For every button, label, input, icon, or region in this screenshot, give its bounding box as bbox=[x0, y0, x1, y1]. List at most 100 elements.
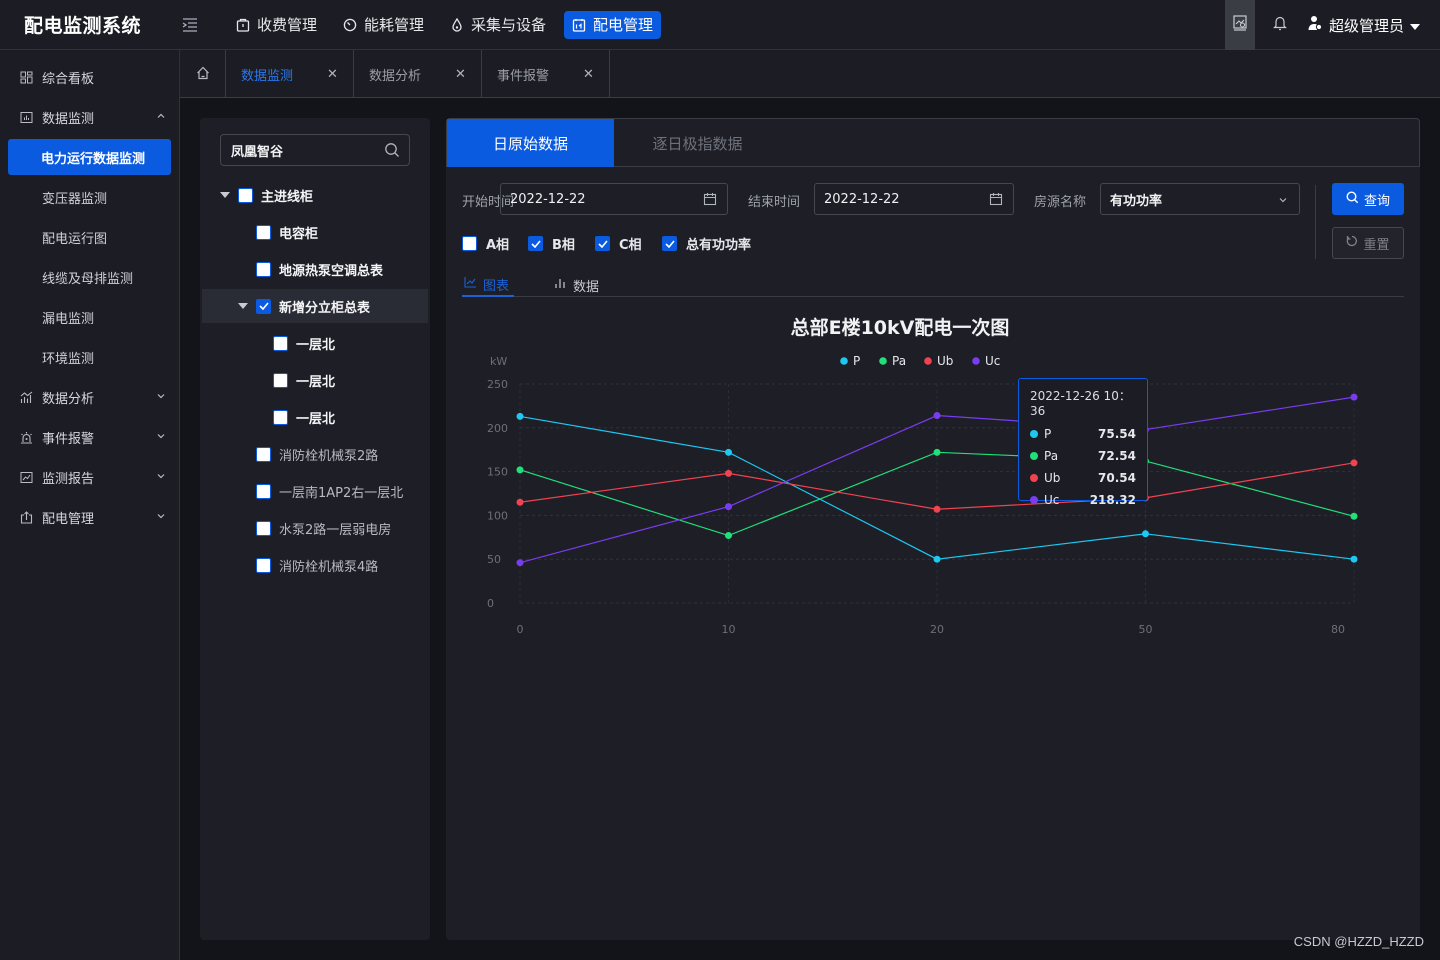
sidebar-sub-cable-busbar[interactable]: 线缆及母排监测 bbox=[0, 257, 179, 297]
tree-search-input[interactable] bbox=[231, 142, 381, 158]
start-date-input[interactable]: 2022-12-22 bbox=[500, 183, 728, 215]
phase-label: 总有功功率 bbox=[686, 238, 752, 253]
tree-node[interactable]: 一层北 bbox=[202, 326, 428, 360]
topnav-label: 配电管理 bbox=[593, 16, 654, 34]
sidebar-sub-transformer[interactable]: 变压器监测 bbox=[0, 177, 179, 217]
caret-down-icon[interactable] bbox=[220, 190, 230, 200]
checkbox[interactable] bbox=[273, 335, 288, 351]
topnav-distribution[interactable]: 配电管理 bbox=[564, 10, 662, 39]
query-button[interactable]: 查询 bbox=[1332, 183, 1404, 215]
sidebar-sub-leakage[interactable]: 漏电监测 bbox=[0, 297, 179, 337]
checkbox[interactable] bbox=[256, 446, 271, 462]
close-icon[interactable]: ✕ bbox=[327, 67, 338, 82]
data-point bbox=[933, 505, 941, 513]
data-point bbox=[1350, 512, 1358, 520]
checkbox-checked[interactable] bbox=[256, 298, 271, 314]
line-chart-icon bbox=[464, 276, 477, 292]
sidebar-item-alarms[interactable]: 事件报警 bbox=[0, 417, 179, 457]
sidebar-sub-distribution-diagram[interactable]: 配电运行图 bbox=[0, 217, 179, 257]
checkbox[interactable] bbox=[238, 187, 253, 203]
notifications-button[interactable] bbox=[1265, 0, 1295, 50]
tree-node[interactable]: 消防栓机械泵2路 bbox=[202, 437, 428, 471]
bell-icon bbox=[1273, 15, 1287, 35]
close-icon[interactable]: ✕ bbox=[583, 67, 594, 82]
monitor-search-icon bbox=[1233, 15, 1247, 35]
sidebar-sub-environment[interactable]: 环境监测 bbox=[0, 337, 179, 377]
tree-node[interactable]: 主进线柜 bbox=[202, 178, 428, 212]
tree-node[interactable]: 一层北 bbox=[202, 400, 428, 434]
checkbox[interactable] bbox=[273, 409, 288, 425]
phase-b-checkbox[interactable]: B相 bbox=[528, 234, 575, 253]
tab-daily-extreme[interactable]: 逐日极指数据 bbox=[614, 119, 781, 167]
x-tick-label: 0 bbox=[517, 623, 524, 636]
tree-node[interactable]: 电容柜 bbox=[202, 215, 428, 249]
tab-data-analysis[interactable]: 数据分析 ✕ bbox=[354, 50, 482, 98]
checkbox-checked[interactable] bbox=[528, 236, 543, 251]
checkbox[interactable] bbox=[256, 483, 271, 499]
data-point bbox=[933, 412, 941, 420]
user-menu[interactable]: 超级管理员 bbox=[1307, 15, 1420, 36]
topnav-energy[interactable]: 能耗管理 bbox=[335, 11, 432, 39]
dashboard-icon bbox=[19, 70, 33, 84]
end-date-input[interactable]: 2022-12-22 bbox=[814, 183, 1014, 215]
tree-node-label: 消防栓机械泵2路 bbox=[279, 448, 379, 464]
checkbox[interactable] bbox=[273, 372, 288, 388]
topnav-billing[interactable]: 收费管理 bbox=[228, 11, 325, 39]
checkbox[interactable] bbox=[256, 261, 271, 277]
tree-node[interactable]: 新增分立柜总表 bbox=[202, 289, 428, 323]
screen-monitor-button[interactable] bbox=[1224, 0, 1255, 50]
checkbox[interactable] bbox=[256, 557, 271, 573]
tab-alarms[interactable]: 事件报警 ✕ bbox=[482, 50, 610, 98]
room-name-select[interactable]: 有功功率 bbox=[1100, 183, 1300, 215]
phase-c-checkbox[interactable]: C相 bbox=[595, 234, 642, 253]
data-point bbox=[516, 559, 524, 567]
tree-node[interactable]: 一层北 bbox=[202, 363, 428, 397]
tooltip-row: Ub 70.54 bbox=[1030, 467, 1136, 489]
tab-data[interactable]: 数据 bbox=[554, 273, 599, 297]
calendar-icon bbox=[703, 192, 717, 210]
checkbox-checked[interactable] bbox=[662, 236, 677, 251]
data-point bbox=[1350, 393, 1358, 401]
top-nav: 收费管理 能耗管理 采集与设备 配电管理 bbox=[228, 10, 662, 39]
close-icon[interactable]: ✕ bbox=[455, 67, 466, 82]
room-name-label: 房源名称 bbox=[1034, 195, 1087, 210]
topnav-collection[interactable]: 采集与设备 bbox=[442, 11, 554, 39]
calendar-board-icon bbox=[572, 18, 586, 32]
sidebar-item-label: 综合看板 bbox=[42, 71, 95, 87]
tab-daily-raw[interactable]: 日原始数据 bbox=[447, 119, 614, 167]
checkbox[interactable] bbox=[256, 520, 271, 536]
tree-node[interactable]: 水泵2路一层弱电房 bbox=[202, 511, 428, 545]
sidebar-item-dashboard[interactable]: 综合看板 bbox=[0, 57, 179, 97]
tree-node-label: 地源热泵空调总表 bbox=[279, 263, 384, 279]
y-tick-label: 50 bbox=[487, 553, 501, 566]
x-axis-ticks: 0 10 20 50 80 bbox=[517, 623, 1346, 636]
sidebar-item-data-analysis[interactable]: 数据分析 bbox=[0, 377, 179, 417]
tree-node[interactable]: 一层南1AP2右一层北 bbox=[202, 474, 428, 508]
tree-node-label: 水泵2路一层弱电房 bbox=[279, 522, 392, 538]
tab-home[interactable] bbox=[180, 50, 226, 98]
tab-data-monitoring[interactable]: 数据监测 ✕ bbox=[226, 50, 354, 98]
checkbox[interactable] bbox=[462, 236, 477, 251]
legend-label: Pa bbox=[892, 354, 906, 368]
menu-collapse-icon[interactable] bbox=[180, 15, 200, 35]
drop-icon bbox=[450, 17, 464, 32]
sidebar-item-reports[interactable]: 监测报告 bbox=[0, 457, 179, 497]
x-tick-label: 80 bbox=[1331, 623, 1345, 636]
refresh-icon bbox=[1346, 235, 1358, 251]
topnav-label: 收费管理 bbox=[257, 16, 318, 34]
sidebar-item-data-monitoring[interactable]: 数据监测 bbox=[0, 97, 179, 137]
tree-node[interactable]: 地源热泵空调总表 bbox=[202, 252, 428, 286]
tree-node-label: 消防栓机械泵4路 bbox=[279, 559, 379, 575]
tree-node[interactable]: 消防栓机械泵4路 bbox=[202, 548, 428, 582]
search-icon[interactable] bbox=[384, 142, 400, 162]
sidebar-item-distribution-mgmt[interactable]: 配电管理 bbox=[0, 497, 179, 537]
reset-button[interactable]: 重置 bbox=[1332, 227, 1404, 259]
sidebar-sub-power-data[interactable]: 电力运行数据监测 bbox=[8, 139, 171, 175]
checkbox-checked[interactable] bbox=[595, 236, 610, 251]
phase-a-checkbox[interactable]: A相 bbox=[462, 234, 509, 253]
tab-chart[interactable]: 图表 bbox=[462, 273, 515, 297]
x-tick-label: 20 bbox=[930, 623, 944, 636]
caret-down-icon[interactable] bbox=[238, 301, 248, 311]
total-active-power-checkbox[interactable]: 总有功功率 bbox=[662, 234, 751, 253]
checkbox[interactable] bbox=[256, 224, 271, 240]
